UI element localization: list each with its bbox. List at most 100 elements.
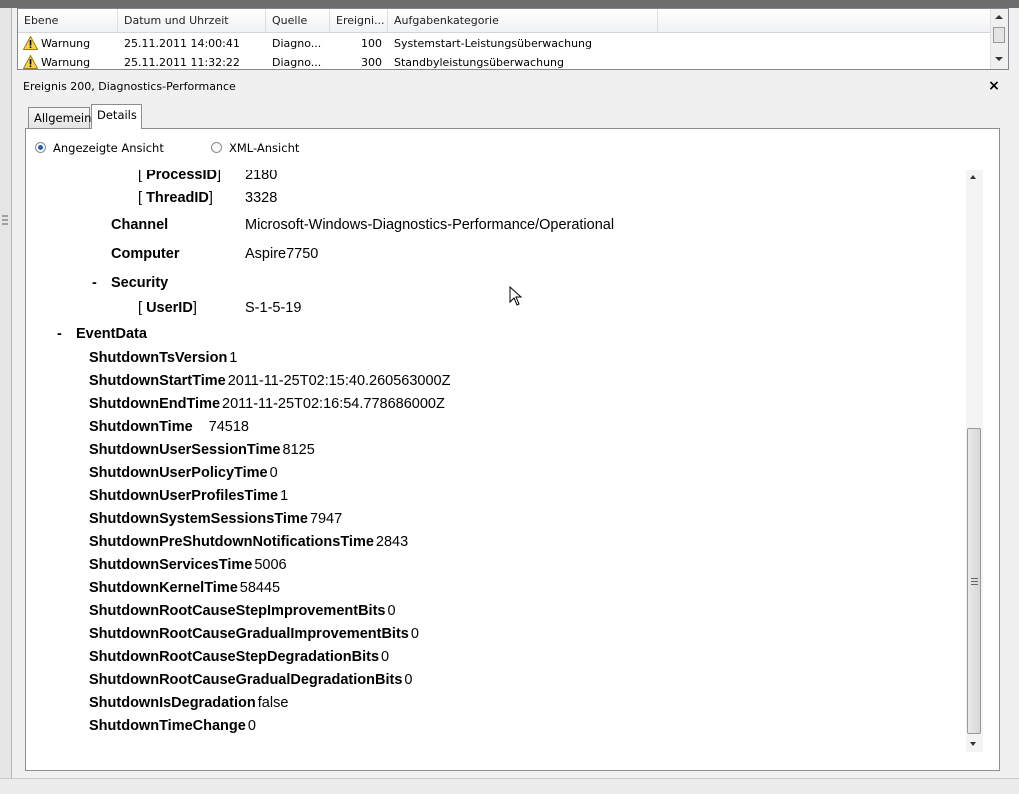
column-header-category[interactable]: Aufgabenkategorie bbox=[388, 9, 658, 32]
eventdata-value: 2011-11-25T02:15:40.260563000Z bbox=[227, 373, 451, 389]
window-top-border bbox=[0, 0, 1019, 8]
scroll-down-icon[interactable] bbox=[970, 742, 976, 746]
splitter-grip bbox=[2, 215, 8, 217]
field-label: ThreadID bbox=[146, 190, 209, 206]
bracket-close: ] bbox=[208, 190, 213, 206]
radio-label: XML-Ansicht bbox=[229, 141, 300, 155]
splitter-grip bbox=[2, 219, 8, 221]
eventdata-row: ShutdownTsVersion 1 bbox=[89, 350, 237, 366]
row-level: Warnung bbox=[41, 56, 91, 69]
eventdata-row: ShutdownPreShutdownNotificationsTime 2843 bbox=[89, 534, 408, 550]
field-channel-value: Microsoft-Windows-Diagnostics-Performanc… bbox=[245, 217, 615, 233]
field-security-label: Security bbox=[111, 275, 169, 291]
eventdata-name: ShutdownSystemSessionsTime bbox=[89, 511, 308, 527]
close-icon[interactable]: × bbox=[985, 77, 1003, 95]
eventdata-name: ShutdownTime bbox=[89, 419, 193, 435]
field-threadid: [ ThreadID] bbox=[138, 190, 213, 206]
eventdata-value: 1 bbox=[280, 488, 289, 504]
field-processid: [ ProcessID] bbox=[138, 170, 221, 183]
eventdata-value: 7947 bbox=[309, 511, 343, 527]
row-category: Standbyleistungsüberwachung bbox=[394, 56, 564, 69]
eventdata-value: false bbox=[257, 695, 289, 711]
row-source: Diagno... bbox=[272, 56, 322, 69]
eventdata-name: ShutdownPreShutdownNotificationsTime bbox=[89, 534, 374, 550]
column-header-source[interactable]: Quelle bbox=[266, 9, 330, 32]
column-header-event-id[interactable]: Ereigni... bbox=[330, 9, 388, 32]
row-event-id: 100 bbox=[361, 37, 382, 50]
scrollbar-thumb[interactable] bbox=[967, 428, 981, 734]
eventdata-name: ShutdownKernelTime bbox=[89, 580, 238, 596]
scroll-down-icon[interactable] bbox=[995, 57, 1003, 61]
thumb-grip bbox=[971, 584, 978, 585]
scrollbar-thumb[interactable] bbox=[993, 27, 1005, 43]
eventdata-value: 2843 bbox=[375, 534, 409, 550]
eventdata-row: ShutdownTimeChange 0 bbox=[89, 718, 256, 734]
radio-selected-icon[interactable] bbox=[35, 142, 46, 153]
eventdata-row: ShutdownKernelTime 58445 bbox=[89, 580, 280, 596]
eventdata-name: ShutdownUserPolicyTime bbox=[89, 465, 268, 481]
splitter-grip bbox=[2, 223, 8, 225]
eventdata-row: ShutdownRootCauseGradualImprovementBits 0 bbox=[89, 626, 419, 642]
row-datetime: 25.11.2011 14:00:41 bbox=[124, 37, 240, 50]
eventdata-value: 74518 bbox=[208, 419, 249, 435]
eventdata-name: ShutdownUserSessionTime bbox=[89, 442, 281, 458]
column-header-datetime[interactable]: Datum und Uhrzeit bbox=[118, 9, 266, 32]
radio-unselected-icon[interactable] bbox=[211, 142, 222, 153]
eventdata-name: ShutdownRootCauseGradualImprovementBits bbox=[89, 626, 409, 642]
eventdata-value: 58445 bbox=[239, 580, 281, 596]
mouse-cursor-icon bbox=[509, 286, 522, 306]
row-datetime: 25.11.2011 11:32:22 bbox=[124, 56, 240, 69]
detail-header: Ereignis 200, Diagnostics-Performance × bbox=[17, 76, 1009, 97]
eventdata-row: ShutdownUserPolicyTime 0 bbox=[89, 465, 278, 481]
collapse-toggle[interactable]: - bbox=[57, 326, 62, 342]
eventdata-row: ShutdownRootCauseStepImprovementBits 0 bbox=[89, 603, 396, 619]
eventdata-row: ShutdownSystemSessionsTime 7947 bbox=[89, 511, 342, 527]
eventdata-name: ShutdownTsVersion bbox=[89, 350, 228, 366]
column-header-level[interactable]: Ebene bbox=[18, 9, 118, 32]
eventdata-value: 0 bbox=[269, 465, 278, 481]
eventdata-value: 0 bbox=[381, 649, 390, 665]
field-computer-label: Computer bbox=[111, 246, 180, 262]
field-channel-label: Channel bbox=[111, 217, 169, 233]
table-row[interactable]: Warnung 25.11.2011 14:00:41 Diagno... 10… bbox=[18, 34, 993, 53]
eventdata-value: 0 bbox=[387, 603, 396, 619]
row-event-id: 300 bbox=[361, 56, 382, 69]
warning-icon bbox=[23, 55, 38, 69]
eventdata-label: EventData bbox=[76, 326, 147, 342]
eventdata-name: ShutdownRootCauseGradualDegradationBits bbox=[89, 672, 403, 688]
warning-icon bbox=[23, 36, 38, 50]
scroll-up-icon[interactable] bbox=[995, 15, 1003, 19]
field-userid: [ UserID] bbox=[138, 300, 197, 316]
eventdata-name: ShutdownTimeChange bbox=[89, 718, 246, 734]
eventdata-name: ShutdownUserProfilesTime bbox=[89, 488, 279, 504]
tab-details[interactable]: Details bbox=[91, 104, 142, 129]
field-value: S-1-5-19 bbox=[245, 300, 302, 316]
eventdata-name: ShutdownServicesTime bbox=[89, 557, 253, 573]
row-category: Systemstart-Leistungsüberwachung bbox=[394, 37, 592, 50]
details-scrollbar[interactable] bbox=[966, 170, 983, 752]
event-list-header: Ebene Datum und Uhrzeit Quelle Ereigni..… bbox=[18, 9, 993, 33]
eventdata-value: 0 bbox=[410, 626, 419, 642]
bracket-close: ] bbox=[192, 300, 197, 316]
event-list-scrollbar[interactable] bbox=[990, 9, 1008, 69]
thumb-grip bbox=[971, 578, 978, 579]
left-splitter[interactable] bbox=[0, 8, 12, 793]
eventdata-row: ShutdownRootCauseStepDegradationBits 0 bbox=[89, 649, 389, 665]
eventdata-name: ShutdownRootCauseStepImprovementBits bbox=[89, 603, 386, 619]
eventdata-value: 8125 bbox=[282, 442, 315, 458]
eventdata-row: ShutdownEndTime 2011-11-25T02:16:54.77868… bbox=[89, 396, 445, 412]
collapse-toggle[interactable]: - bbox=[92, 275, 97, 291]
field-label: ProcessID bbox=[146, 170, 217, 183]
eventdata-row: ShutdownServicesTime 5006 bbox=[89, 557, 287, 573]
event-list: Ebene Datum und Uhrzeit Quelle Ereigni..… bbox=[17, 8, 1009, 70]
field-computer-value: Aspire7750 bbox=[245, 246, 319, 262]
eventdata-row: ShutdownStartTime 2011-11-25T02:15:40.260… bbox=[89, 373, 450, 389]
event-details-view: [ ProcessID] 2180 [ ThreadID] 3328 Chann… bbox=[44, 170, 966, 752]
field-value: 3328 bbox=[245, 190, 278, 206]
scroll-up-icon[interactable] bbox=[970, 175, 976, 179]
table-row[interactable]: Warnung 25.11.2011 11:32:22 Diagno... 30… bbox=[18, 53, 993, 69]
eventdata-name: ShutdownEndTime bbox=[89, 396, 221, 412]
eventdata-name: ShutdownStartTime bbox=[89, 373, 226, 389]
bracket-open: [ bbox=[138, 170, 143, 183]
tab-general[interactable]: Allgemein bbox=[28, 107, 91, 128]
